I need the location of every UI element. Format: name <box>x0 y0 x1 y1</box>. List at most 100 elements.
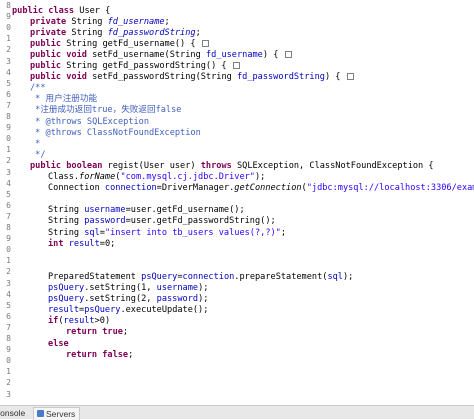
code-token: =user.getFd_passwordString(); <box>125 216 276 227</box>
code-text: int result=0; <box>48 239 115 250</box>
folded-block-icon[interactable] <box>201 39 209 47</box>
tab-console-label: Console <box>0 408 26 418</box>
code-text: public void setFd_username(String fd_use… <box>30 50 292 61</box>
code-text: * <box>30 139 40 150</box>
code-token: String <box>48 227 85 238</box>
code-token: sql <box>84 227 100 238</box>
code-token: ; <box>164 16 170 27</box>
code-text: String username=user.getFd_username(); <box>48 205 245 216</box>
line-number: 9 <box>6 345 11 355</box>
line-number: 2 <box>6 45 11 55</box>
code-text: String sql="insert into tb_users values(… <box>48 228 286 239</box>
code-token: password <box>84 216 126 227</box>
line-number: 2 <box>6 378 11 388</box>
code-text: public void setFd_passwordString(String … <box>30 72 354 83</box>
code-token: fd_username <box>107 16 165 27</box>
code-token: .setString(1, <box>84 283 157 293</box>
code-token: PreparedStatement <box>48 271 142 282</box>
line-number: 9 <box>6 12 11 22</box>
code-token: String <box>66 16 108 27</box>
line-number: 3 <box>6 56 11 66</box>
code-token: =0; <box>99 238 116 249</box>
code-text: private String fd_passwordString; <box>30 28 201 39</box>
line-number: 0 <box>6 23 11 33</box>
line-number: 4 <box>6 289 11 299</box>
code-token: regist(User user) <box>102 160 201 171</box>
line-number: 8 <box>6 112 11 121</box>
code-text: if(result>0) <box>48 316 110 327</box>
code-token: "insert into tb_users values(?,?)" <box>104 227 281 238</box>
folded-block-icon[interactable] <box>346 73 354 81</box>
code-token: * @throws <box>30 116 82 127</box>
code-token: ; <box>195 27 201 38</box>
code-token: fd_username <box>205 49 263 60</box>
folded-block-icon[interactable] <box>284 50 292 58</box>
code-token: User { <box>74 5 111 16</box>
code-token: int <box>48 238 64 249</box>
code-token: setFd_passwordString(String <box>86 72 237 83</box>
code-token: throws <box>200 160 232 171</box>
code-token: ; <box>122 327 129 338</box>
code-token: sql <box>327 271 343 282</box>
code-token: result <box>48 305 80 316</box>
code-token: private <box>30 27 67 38</box>
line-number: 1 <box>6 367 11 377</box>
line-number: 6 <box>6 89 11 99</box>
code-text: * 用户注册功能 <box>30 94 97 105</box>
code-token: ); <box>198 294 209 305</box>
code-token: "com.mysql.cj.jdbc.Driver" <box>120 172 255 182</box>
code-token: Class. <box>48 172 80 182</box>
line-number: 4 <box>6 67 11 77</box>
code-token: psQuery <box>48 294 85 305</box>
code-text: public String getFd_username() { <box>30 39 209 50</box>
tab-console[interactable]: Console <box>0 407 25 419</box>
code-text: * @throws ClassNotFoundException <box>30 128 201 139</box>
code-token: connection <box>182 271 235 282</box>
code-text: public boolean regist(User user) throws … <box>30 161 434 172</box>
code-token: SQLException, ClassNotFoundException { <box>231 160 434 171</box>
code-token: ; <box>128 349 134 360</box>
code-token: =DriverManager. <box>156 183 235 194</box>
code-text: psQuery.setString(1, username); <box>48 283 208 294</box>
code-text: PreparedStatement psQuery=connection.pre… <box>48 272 353 283</box>
line-number: 5 <box>6 189 11 199</box>
code-token: fd_passwordString <box>236 72 325 83</box>
code-text: result=psQuery.executeUpdate(); <box>48 305 208 316</box>
code-token: .executeUpdate(); <box>120 305 209 316</box>
code-token: public <box>30 61 62 71</box>
code-token: =user.getFd_username(); <box>125 205 245 216</box>
code-token: /** <box>30 83 46 94</box>
line-number: 8 <box>6 223 11 232</box>
code-editor[interactable]: 8 9 0 1 2 3 4 5 6 7 8 9 0 1 2 3 4 5 6 7 8 9 0 1 2 3 4 5 6 7 8 9 0 1 2 3 publ… <box>0 0 474 405</box>
line-number: 5 <box>6 78 11 88</box>
tab-servers-label: Servers <box>46 409 76 419</box>
line-number: 1 <box>6 145 11 155</box>
code-token: * @throws <box>30 127 82 138</box>
code-token: private <box>30 16 67 27</box>
line-number: 6 <box>6 200 11 210</box>
code-token: ); <box>198 283 209 293</box>
code-token: return false <box>66 349 129 360</box>
code-token: Connection <box>48 183 105 194</box>
line-number: 4 <box>6 178 11 188</box>
code-token: password <box>156 294 199 305</box>
code-token: return true <box>66 327 123 338</box>
code-token: .setString(2, <box>84 294 157 305</box>
code-token: ) { <box>324 72 341 83</box>
code-text: *注册成功返回true，失败返回false <box>30 105 181 116</box>
code-token: connection <box>104 183 157 194</box>
line-number: 3 <box>6 167 11 177</box>
code-token: public boolean <box>30 160 103 171</box>
line-number: 0 <box>6 134 11 144</box>
folded-block-icon[interactable] <box>232 62 240 69</box>
code-token: public void <box>30 72 87 83</box>
code-token: String getFd_passwordString() { <box>61 61 227 71</box>
code-token: String <box>48 205 85 216</box>
code-token: if <box>48 316 59 327</box>
tab-servers[interactable]: Servers <box>33 407 81 420</box>
code-token: String <box>48 216 85 227</box>
code-token: ); <box>254 172 266 182</box>
code-text: * @throws SQLException <box>30 117 149 128</box>
code-token: ); <box>342 271 354 282</box>
code-token: */ <box>30 149 46 160</box>
